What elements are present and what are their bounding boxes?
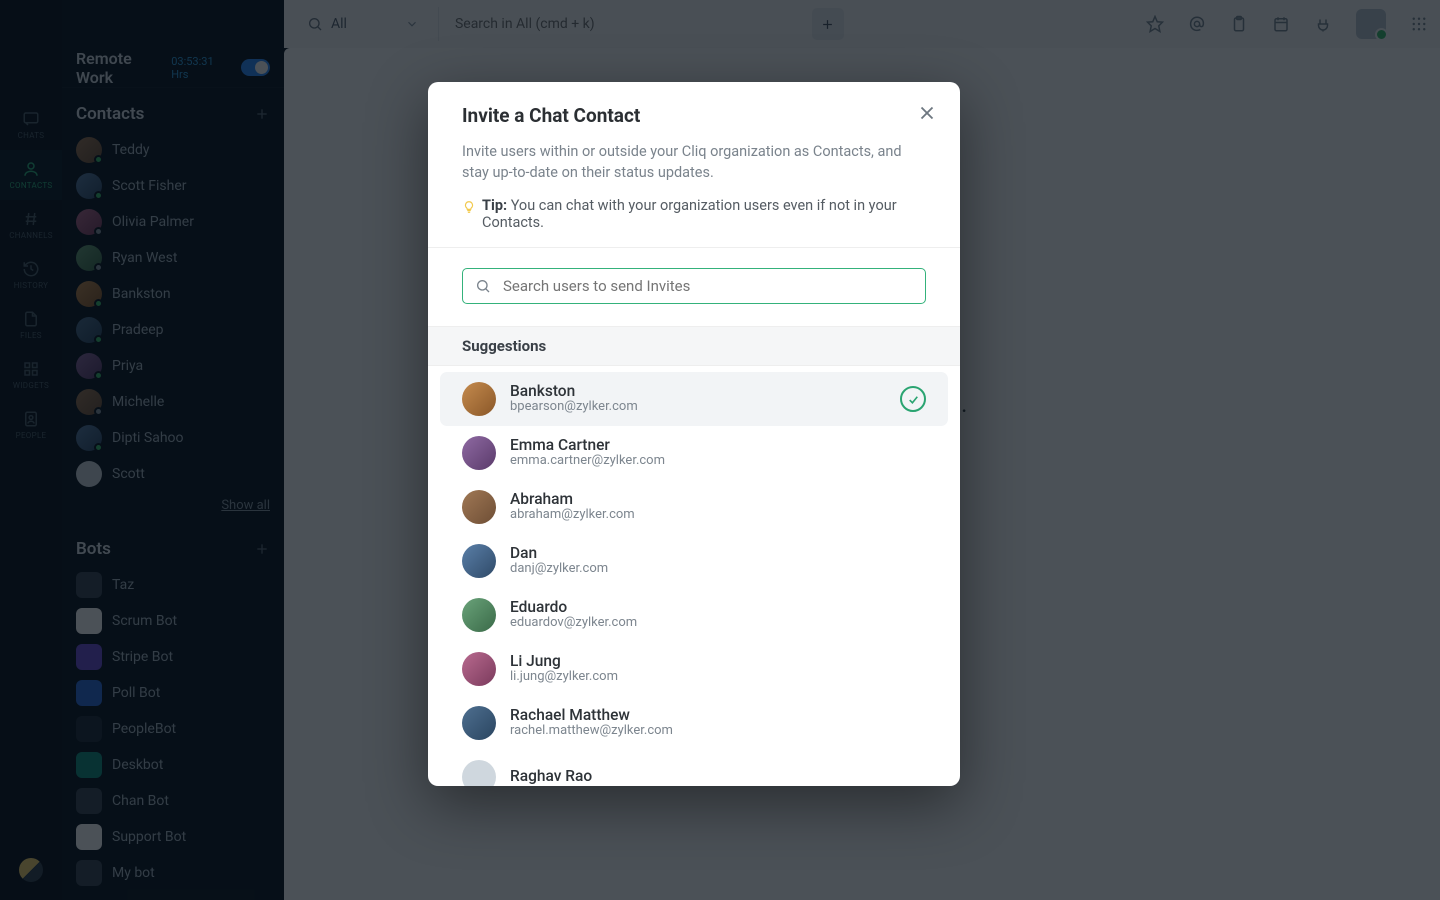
modal-tip: Tip: You can chat with your organization… [462, 197, 926, 231]
close-icon[interactable] [916, 102, 938, 124]
invite-search-input[interactable] [501, 276, 913, 296]
invite-search-field[interactable] [462, 268, 926, 304]
bulb-icon [462, 198, 476, 216]
suggestion-item[interactable]: Raghav Rao [440, 750, 948, 786]
suggestion-item[interactable]: Emma Cartneremma.cartner@zylker.com [440, 426, 948, 480]
modal-title: Invite a Chat Contact [462, 104, 926, 127]
modal-description: Invite users within or outside your Cliq… [462, 141, 926, 183]
avatar [462, 706, 496, 740]
avatar [462, 490, 496, 524]
avatar [462, 436, 496, 470]
invite-contact-modal: Invite a Chat Contact Invite users withi… [428, 82, 960, 786]
avatar [462, 544, 496, 578]
avatar [462, 760, 496, 786]
suggestion-item[interactable]: Li Jungli.jung@zylker.com [440, 642, 948, 696]
avatar [462, 382, 496, 416]
suggestion-item[interactable]: Eduardoeduardov@zylker.com [440, 588, 948, 642]
avatar [462, 598, 496, 632]
suggestion-item[interactable]: Bankstonbpearson@zylker.com [440, 372, 948, 426]
avatar [462, 652, 496, 686]
suggestions-header: Suggestions [428, 326, 960, 366]
suggestion-item[interactable]: Dandanj@zylker.com [440, 534, 948, 588]
selected-check-icon [900, 386, 926, 412]
suggestion-item[interactable]: Rachael Matthewrachel.matthew@zylker.com [440, 696, 948, 750]
search-icon [475, 278, 491, 294]
suggestion-item[interactable]: Abrahamabraham@zylker.com [440, 480, 948, 534]
suggestions-list: Bankstonbpearson@zylker.com Emma Cartner… [428, 366, 960, 786]
